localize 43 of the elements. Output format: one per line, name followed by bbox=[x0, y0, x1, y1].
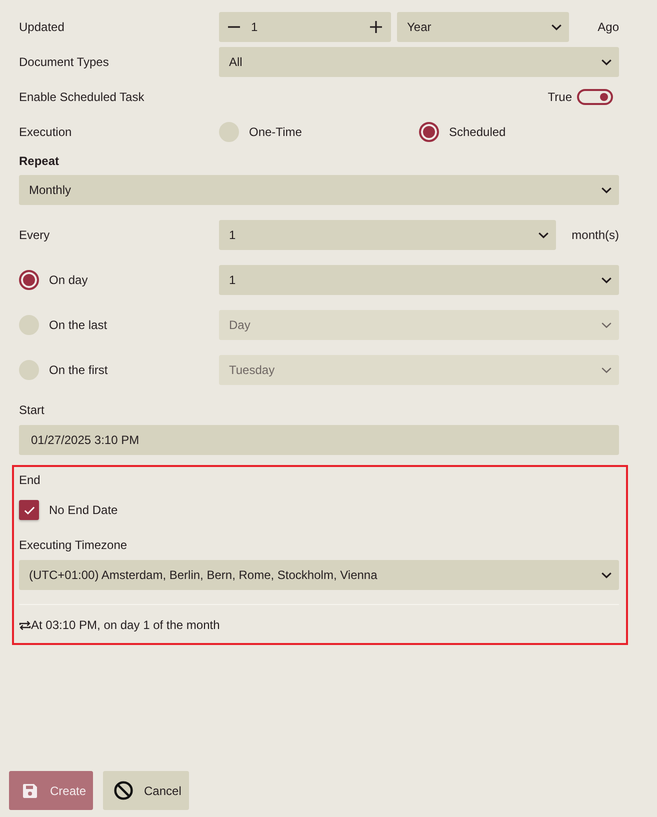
schedule-summary: At 03:10 PM, on day 1 of the month bbox=[31, 618, 220, 632]
radio-button[interactable] bbox=[19, 270, 39, 290]
plus-icon[interactable] bbox=[370, 21, 382, 33]
field-label: Document Types bbox=[19, 55, 110, 69]
chevron-down-icon bbox=[601, 322, 612, 328]
field-label: Enable Scheduled Task bbox=[19, 90, 146, 104]
chevron-down-icon bbox=[601, 58, 612, 66]
toggle-switch[interactable] bbox=[577, 89, 613, 105]
field-label: End bbox=[19, 472, 42, 489]
section-heading: Repeat bbox=[19, 153, 60, 170]
field-label: Executing Timezone bbox=[19, 537, 128, 554]
stepper-value: 1 bbox=[251, 20, 258, 34]
number-stepper[interactable]: 1 bbox=[219, 12, 391, 42]
chevron-down-icon bbox=[601, 276, 612, 284]
field-label: Every bbox=[19, 228, 51, 242]
radio-label[interactable]: Scheduled bbox=[449, 125, 506, 139]
field-label: Execution bbox=[19, 125, 73, 139]
unit-text: month(s) bbox=[572, 228, 619, 242]
prohibited-icon bbox=[114, 781, 133, 800]
radio-label[interactable]: One-Time bbox=[249, 125, 302, 139]
toggle-state-text: True bbox=[548, 90, 572, 104]
radio-label[interactable]: On day bbox=[49, 273, 88, 287]
dropdown[interactable]: All bbox=[219, 47, 619, 77]
chevron-down-icon bbox=[601, 366, 612, 374]
checkbox[interactable] bbox=[19, 500, 39, 520]
chevron-down-icon bbox=[551, 24, 562, 30]
cancel-button[interactable]: Cancel bbox=[103, 771, 189, 810]
repeat-dropdown[interactable]: Monthly bbox=[19, 175, 619, 205]
chevron-down-icon bbox=[601, 186, 612, 194]
interval-dropdown[interactable]: 1 bbox=[219, 220, 556, 250]
timezone-dropdown[interactable]: (UTC+01:00) Amsterdam, Berlin, Bern, Rome, Stockholm, Vienna bbox=[19, 560, 619, 590]
unit-dropdown[interactable]: Year bbox=[397, 12, 569, 42]
radio-button[interactable] bbox=[419, 122, 439, 142]
repeat-icon bbox=[19, 620, 31, 630]
date-time-field[interactable]: 01/27/2025 3:10 PM bbox=[19, 425, 619, 455]
checkbox-label[interactable]: No End Date bbox=[49, 503, 118, 517]
field-label: Updated bbox=[19, 20, 66, 34]
suffix-text: Ago bbox=[598, 20, 619, 34]
dropdown[interactable]: 1 bbox=[219, 265, 619, 295]
chevron-down-icon bbox=[601, 572, 612, 578]
checkmark-icon bbox=[24, 506, 34, 514]
field-label: Start bbox=[19, 402, 46, 419]
chevron-down-icon bbox=[538, 232, 549, 238]
